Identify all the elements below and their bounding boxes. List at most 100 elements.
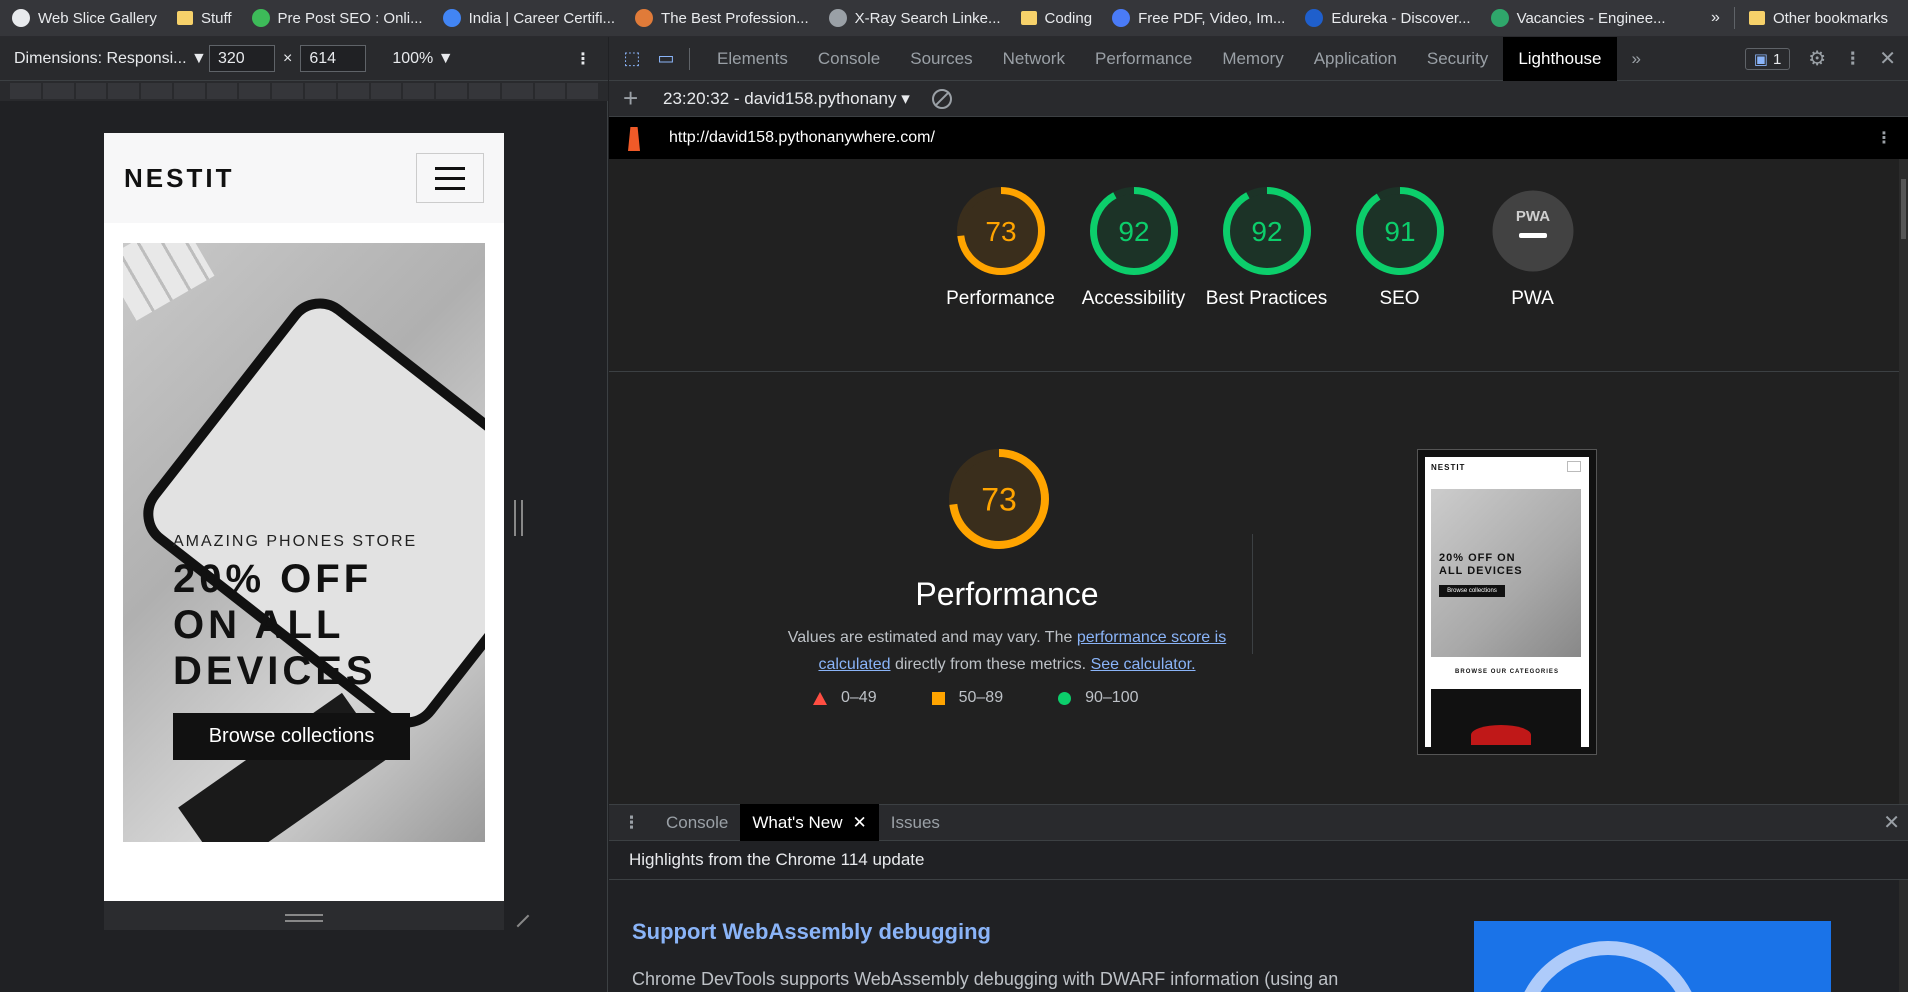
- gauge-label: PWA: [1511, 288, 1554, 309]
- site-brand[interactable]: NESTIT: [124, 163, 234, 194]
- gauge-score: 91: [1384, 216, 1415, 247]
- hero-subtitle: AMAZING PHONES STORE: [173, 533, 418, 550]
- score-legend: 0–49 50–89 90–100: [813, 689, 1138, 707]
- score-gauges: 73 Performance 92 Accessibility 92 Best Pract…: [609, 159, 1899, 369]
- drawer-tab-bar: ⋮ Console What's New ✕ Issues ✕: [609, 804, 1908, 841]
- hamburger-menu-icon[interactable]: [416, 153, 484, 203]
- gauge-accessibility[interactable]: 92 Accessibility: [1082, 187, 1185, 369]
- drawer-menu-icon[interactable]: ⋮: [623, 813, 640, 833]
- height-input[interactable]: [300, 45, 367, 72]
- average-square-icon: [931, 691, 945, 705]
- zoom-dropdown[interactable]: 100% ▼: [392, 50, 453, 68]
- bookmark-item[interactable]: India | Career Certifi...: [442, 9, 615, 27]
- drawer-tab-issues[interactable]: Issues: [879, 804, 952, 841]
- devtools-menu-icon[interactable]: ⋮: [1844, 49, 1861, 69]
- drawer-tab-console[interactable]: Console: [654, 804, 740, 841]
- lighthouse-url-bar: http://david158.pythonanywhere.com/ ⋮: [609, 117, 1908, 159]
- site-favicon-icon: [1305, 9, 1324, 27]
- hero-banner: AMAZING PHONES STORE 20% OFF ON ALL DEVI…: [123, 243, 485, 842]
- pwa-badge-text: PWA: [1515, 208, 1549, 225]
- tab-lighthouse[interactable]: Lighthouse: [1503, 36, 1617, 81]
- devtools-tab-bar: ⬚ ▭ Elements Console Sources Network Perform…: [609, 36, 1908, 81]
- pwa-dash-icon: [1518, 233, 1547, 238]
- site-favicon-icon: [1490, 9, 1509, 27]
- other-bookmarks[interactable]: Other bookmarks: [1748, 10, 1888, 27]
- inspect-element-icon[interactable]: ⬚: [621, 48, 643, 70]
- width-input[interactable]: [209, 45, 275, 72]
- bookmark-item[interactable]: Pre Post SEO : Onli...: [251, 9, 423, 27]
- folder-icon: [176, 11, 193, 25]
- tab-elements[interactable]: Elements: [702, 37, 803, 81]
- whats-new-headline: Highlights from the Chrome 114 update: [609, 841, 1908, 880]
- drawer-scrollbar[interactable]: [1899, 880, 1908, 992]
- tab-application[interactable]: Application: [1299, 37, 1412, 81]
- bookmark-item[interactable]: Free PDF, Video, Im...: [1112, 9, 1285, 27]
- keyboard-image: [123, 243, 215, 321]
- site-favicon-icon: [828, 9, 847, 27]
- close-tab-icon[interactable]: ✕: [853, 813, 867, 833]
- clear-reports-icon[interactable]: [931, 88, 952, 109]
- device-screen[interactable]: NESTIT AMAZING PHONES STORE 20% OFF ON A…: [104, 133, 504, 901]
- bookmark-item[interactable]: X-Ray Search Linke...: [828, 9, 1001, 27]
- device-menu-icon[interactable]: ⋮: [575, 49, 591, 69]
- device-toggle-icon[interactable]: ▭: [655, 48, 677, 70]
- tab-network[interactable]: Network: [988, 37, 1080, 81]
- bookmark-item[interactable]: Edureka - Discover...: [1305, 9, 1471, 27]
- report-menu-icon[interactable]: ⋮: [1876, 128, 1892, 148]
- lighthouse-report: 73 Performance 92 Accessibility 92 Best Pract…: [609, 159, 1899, 804]
- gauge-label: Best Practices: [1205, 288, 1328, 309]
- drawer-tab-whats-new[interactable]: What's New ✕: [740, 804, 879, 841]
- site-favicon-icon: [251, 9, 270, 27]
- more-bookmarks-icon[interactable]: »: [1711, 9, 1720, 27]
- folder-icon: [1748, 11, 1765, 25]
- gauge-score: 73: [981, 482, 1017, 518]
- bookmark-item[interactable]: Coding: [1020, 10, 1092, 27]
- close-drawer-icon[interactable]: ✕: [1883, 810, 1900, 835]
- see-calculator-link[interactable]: See calculator.: [1091, 656, 1196, 673]
- feature-title-link[interactable]: Support WebAssembly debugging: [632, 919, 991, 945]
- more-tabs-icon[interactable]: »: [1617, 37, 1656, 81]
- media-query-ruler[interactable]: [0, 81, 608, 101]
- bookmark-item[interactable]: Vacancies - Enginee...: [1490, 9, 1666, 27]
- gauge-pwa[interactable]: PWA PWA: [1489, 187, 1577, 369]
- dimensions-dropdown[interactable]: Dimensions: Responsi... ▼: [14, 50, 209, 68]
- site-favicon-icon: [12, 9, 30, 27]
- gauge-performance[interactable]: 73 Performance: [946, 187, 1055, 369]
- bookmark-item[interactable]: The Best Profession...: [635, 9, 809, 27]
- fail-triangle-icon: [813, 691, 827, 705]
- resize-handle-right[interactable]: [514, 500, 523, 536]
- tab-security[interactable]: Security: [1412, 37, 1503, 81]
- site-favicon-icon: [442, 9, 461, 27]
- gauge-seo[interactable]: 91 SEO: [1355, 187, 1444, 369]
- bookmark-item[interactable]: Web Slice Gallery: [12, 9, 157, 27]
- performance-title: Performance: [915, 576, 1099, 612]
- bookmark-item[interactable]: Stuff: [176, 10, 232, 27]
- site-favicon-icon: [635, 9, 654, 27]
- close-devtools-icon[interactable]: ✕: [1879, 46, 1896, 71]
- issues-icon: ▣: [1753, 50, 1768, 68]
- browse-collections-button[interactable]: Browse collections: [173, 713, 410, 760]
- tab-memory[interactable]: Memory: [1207, 37, 1298, 81]
- new-report-icon[interactable]: +: [623, 83, 645, 114]
- tab-performance[interactable]: Performance: [1080, 37, 1207, 81]
- settings-gear-icon[interactable]: ⚙: [1808, 46, 1826, 71]
- tab-console[interactable]: Console: [803, 37, 895, 81]
- issues-badge[interactable]: ▣ 1: [1744, 47, 1791, 70]
- resize-handle-bottom[interactable]: [285, 914, 323, 922]
- report-scrollbar[interactable]: [1899, 159, 1908, 804]
- report-url[interactable]: http://david158.pythonanywhere.com/: [669, 129, 935, 147]
- feature-illustration: [1474, 921, 1831, 992]
- pass-circle-icon: [1058, 691, 1072, 705]
- gauge-score: 73: [985, 216, 1016, 247]
- report-selector[interactable]: 23:20:32 - david158.pythonany ▾: [663, 89, 910, 109]
- page-screenshot-thumbnail[interactable]: NESTIT 20% OFF ON ALL DEVICES Browse col…: [1417, 449, 1597, 755]
- gauge-score: 92: [1118, 216, 1149, 247]
- device-toolbar: Dimensions: Responsi... ▼ × 100% ▼ ⋮: [0, 37, 608, 81]
- lighthouse-toolbar: + 23:20:32 - david158.pythonany ▾: [609, 81, 1908, 117]
- hero-title: 20% OFF ON ALL DEVICES: [173, 557, 377, 693]
- performance-big-gauge: 73: [949, 449, 1063, 554]
- performance-description: Values are estimated and may vary. The p…: [787, 629, 1227, 673]
- bookmarks-bar: Web Slice Gallery Stuff Pre Post SEO : Onl…: [0, 0, 1908, 37]
- gauge-best-practices[interactable]: 92 Best Practices: [1206, 187, 1327, 369]
- tab-sources[interactable]: Sources: [895, 37, 987, 81]
